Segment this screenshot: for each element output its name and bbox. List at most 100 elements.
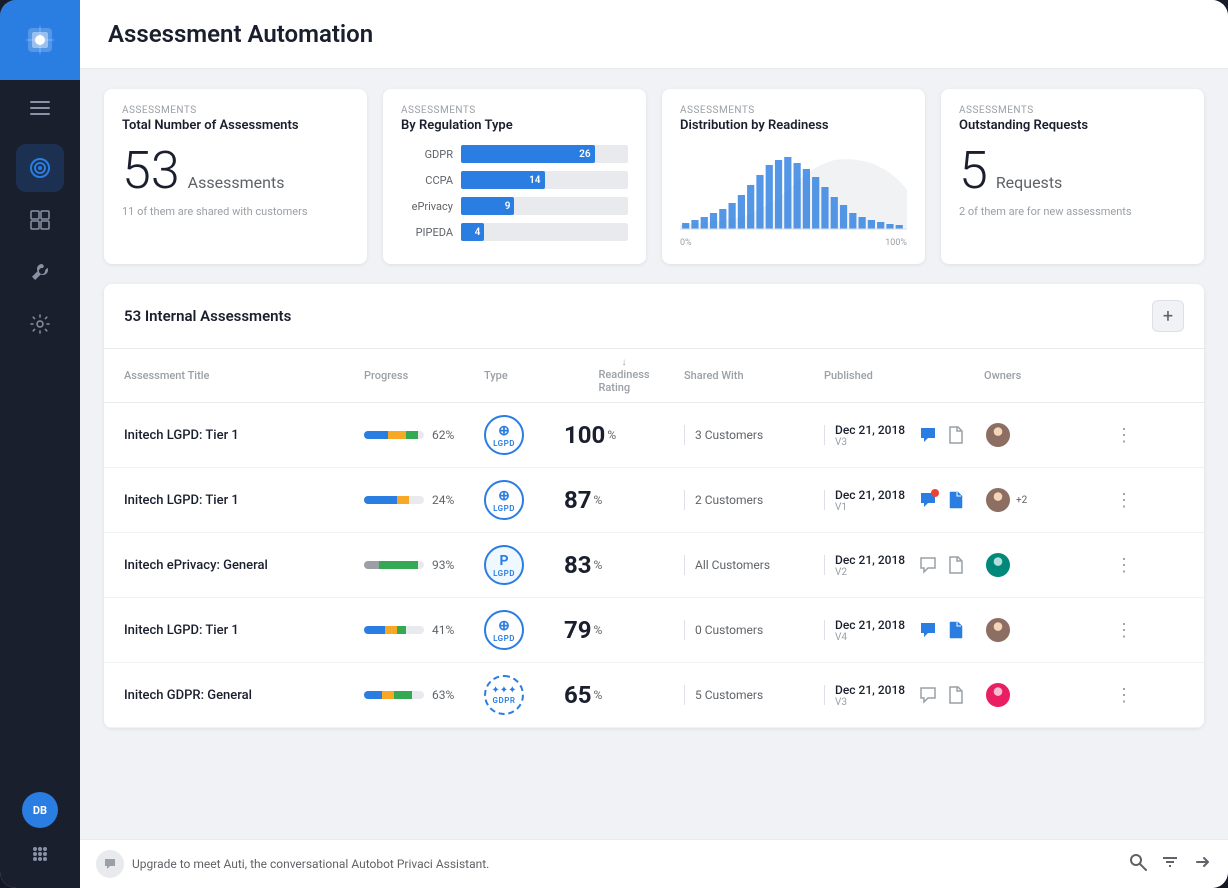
progress-cell-2: 93%	[364, 558, 484, 572]
doc-icon-3[interactable]	[945, 619, 967, 641]
progress-pct-4: 63%	[432, 688, 454, 702]
type-cell-4: ✦✦✦ GDPR	[484, 675, 564, 715]
stat-card-total: Assessments Total Number of Assessments …	[104, 89, 367, 264]
progress-cell-1: 24%	[364, 493, 484, 507]
progress-cell-4: 63%	[364, 688, 484, 702]
stat-label-1: Assessments	[401, 105, 628, 116]
doc-icon-0[interactable]	[945, 424, 967, 446]
sidebar-item-settings[interactable]	[16, 300, 64, 348]
table-row: Initech LGPD: Tier 1 62%	[104, 403, 1204, 468]
apps-grid-icon[interactable]	[22, 836, 58, 872]
table-column-headers: Assessment Title Progress Type ↓ Readine…	[104, 349, 1204, 403]
chat-icon-1[interactable]	[917, 489, 939, 511]
type-cell-3: ⊕ LGPD	[484, 610, 564, 650]
chat-bubble: Upgrade to meet Auti, the conversational…	[96, 850, 489, 878]
type-badge-0[interactable]: ⊕ LGPD	[484, 415, 524, 455]
doc-icon-1[interactable]	[945, 489, 967, 511]
page-header: Assessment Automation	[80, 0, 1228, 69]
type-badge-3[interactable]: ⊕ LGPD	[484, 610, 524, 650]
search-button[interactable]	[1128, 852, 1148, 877]
stat-number-0: 53	[122, 140, 180, 201]
chat-icon-2[interactable]	[917, 554, 939, 576]
chat-icon-4[interactable]	[917, 684, 939, 706]
more-menu-4[interactable]: ⋮	[1104, 685, 1144, 706]
sidebar-item-grid[interactable]	[16, 196, 64, 244]
doc-icon-4[interactable]	[945, 684, 967, 706]
owner-avatar-1a[interactable]	[984, 486, 1012, 514]
chat-bubble-icon	[96, 850, 124, 878]
regulation-bar-chart: GDPR 26 CCPA 14	[401, 145, 628, 241]
sidebar-item-target[interactable]	[16, 144, 64, 192]
assessment-title-2: Initech ePrivacy: General	[124, 558, 364, 573]
chat-icon-0[interactable]	[917, 424, 939, 446]
stat-unit-0: Assessments	[188, 173, 285, 192]
customers-label: 5 Customers	[695, 688, 763, 702]
stat-label-3: Assessments	[959, 105, 1186, 116]
filter-button[interactable]	[1160, 852, 1180, 877]
owner-avatar-0[interactable]	[984, 421, 1012, 449]
more-menu-3[interactable]: ⋮	[1104, 620, 1144, 641]
progress-pct-3: 41%	[432, 623, 454, 637]
add-assessment-button[interactable]: +	[1152, 300, 1184, 332]
owner-avatar-3[interactable]	[984, 616, 1012, 644]
type-badge-1[interactable]: ⊕ LGPD	[484, 480, 524, 520]
more-menu-0[interactable]: ⋮	[1104, 425, 1144, 446]
stat-sub-3: 2 of them are for new assessments	[959, 205, 1186, 218]
chat-icon-3[interactable]	[917, 619, 939, 641]
more-menu-2[interactable]: ⋮	[1104, 555, 1144, 576]
progress-pct-0: 62%	[432, 428, 454, 442]
distribution-chart	[680, 145, 907, 230]
type-cell-2: P LGPD	[484, 545, 564, 585]
progress-pct-1: 24%	[432, 493, 454, 507]
stat-card-distribution: Assessments Distribution by Readiness	[662, 89, 925, 264]
logo[interactable]	[0, 0, 80, 80]
col-header-published: Published	[824, 369, 984, 382]
assessments-table: 53 Internal Assessments + Assessment Tit…	[104, 284, 1204, 728]
assessment-title-1: Initech LGPD: Tier 1	[124, 493, 364, 508]
bar-pipeda: PIPEDA 4	[401, 223, 628, 241]
table-row: Initech GDPR: General 63%	[104, 663, 1204, 728]
sidebar-bottom: DB	[22, 792, 58, 888]
assessment-title-4: Initech GDPR: General	[124, 688, 364, 703]
stat-title-0: Total Number of Assessments	[122, 118, 349, 133]
readiness-cell-3: 79 %	[564, 616, 684, 644]
shared-cell-2: All Customers	[684, 555, 824, 575]
progress-cell-0: 62%	[364, 428, 484, 442]
type-badge-2[interactable]: P LGPD	[484, 545, 524, 585]
progress-pct-2: 93%	[432, 558, 454, 572]
shared-cell-4: 5 Customers	[684, 685, 824, 705]
stat-card-regulation: Assessments By Regulation Type GDPR 26	[383, 89, 646, 264]
published-cell-3: Dec 21, 2018 V4	[824, 618, 984, 643]
user-avatar[interactable]: DB	[22, 792, 58, 828]
shared-cell-0: 3 Customers	[684, 425, 824, 445]
sidebar: DB	[0, 0, 80, 888]
type-badge-4[interactable]: ✦✦✦ GDPR	[484, 675, 524, 715]
assessment-title-0: Initech LGPD: Tier 1	[124, 428, 364, 443]
bar-eprivacy: ePrivacy 9	[401, 197, 628, 215]
owners-cell-4	[984, 681, 1104, 709]
shared-cell-1: 2 Customers	[684, 490, 824, 510]
bar-ccpa: CCPA 14	[401, 171, 628, 189]
table-row: Initech LGPD: Tier 1 24% ⊕	[104, 468, 1204, 533]
stat-label-0: Assessments	[122, 105, 349, 116]
navigate-button[interactable]	[1192, 852, 1212, 877]
bottom-bar: Upgrade to meet Auti, the conversational…	[80, 839, 1228, 888]
progress-cell-3: 41%	[364, 623, 484, 637]
owners-cell-0	[984, 421, 1104, 449]
main-body: Assessments Total Number of Assessments …	[80, 69, 1228, 839]
owner-extra-1: +2	[1016, 495, 1027, 506]
col-header-shared: Shared With	[684, 369, 824, 382]
hamburger-menu[interactable]	[0, 84, 80, 132]
doc-icon-2[interactable]	[945, 554, 967, 576]
table-header: 53 Internal Assessments +	[104, 284, 1204, 349]
owner-avatar-2[interactable]	[984, 551, 1012, 579]
stat-unit-3: Requests	[996, 173, 1063, 192]
bar-gdpr: GDPR 26	[401, 145, 628, 163]
readiness-cell-0: 100 %	[564, 421, 684, 449]
owner-avatar-4[interactable]	[984, 681, 1012, 709]
more-menu-1[interactable]: ⋮	[1104, 490, 1144, 511]
owners-cell-3	[984, 616, 1104, 644]
chat-upgrade-text: Upgrade to meet Auti, the conversational…	[132, 857, 489, 871]
type-cell-1: ⊕ LGPD	[484, 480, 564, 520]
sidebar-item-wrench[interactable]	[16, 248, 64, 296]
